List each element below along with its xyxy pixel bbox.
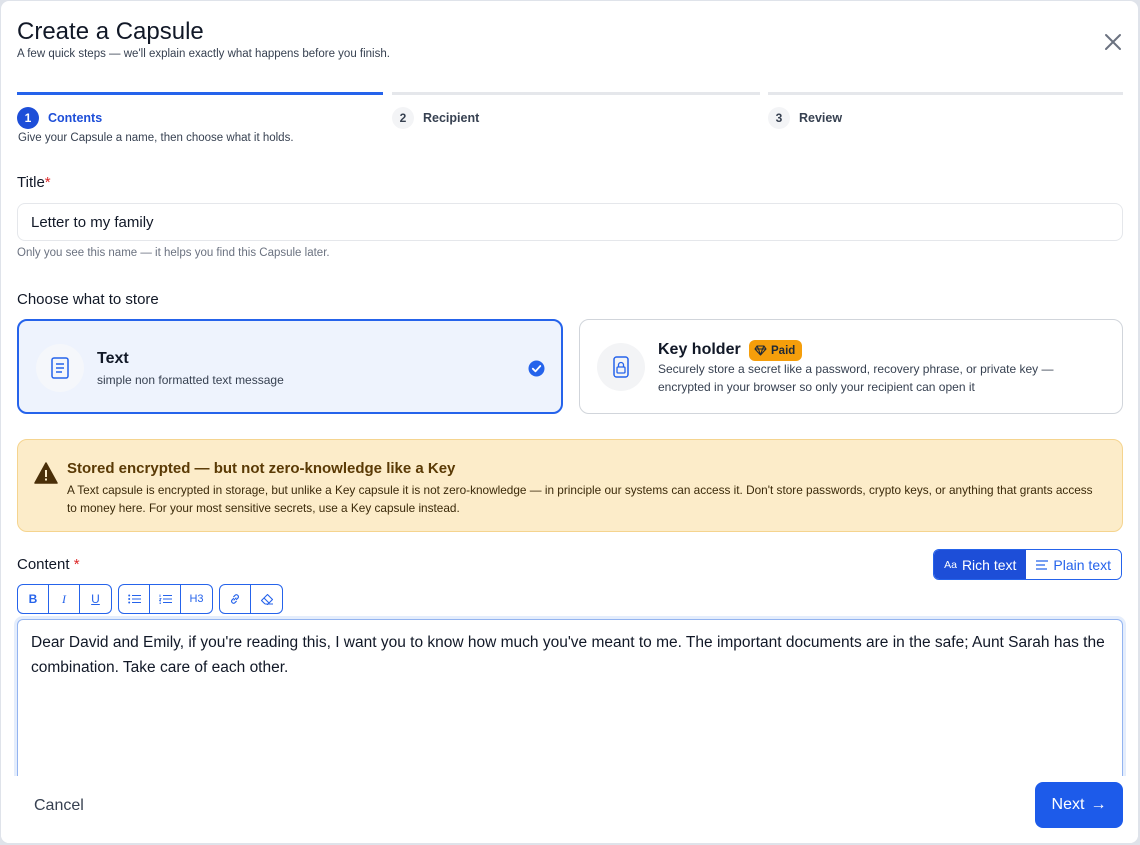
option-description: simple non formatted text message [97, 373, 284, 387]
content-editor[interactable]: Dear David and Emily, if you're reading … [17, 619, 1123, 789]
title-label: Title* [17, 174, 51, 191]
close-icon [1105, 34, 1121, 50]
bold-button[interactable]: B [18, 585, 49, 613]
step-review[interactable]: 3 Review [768, 92, 1123, 152]
check-circle-icon [528, 360, 545, 377]
bullet-list-icon [127, 594, 141, 604]
rich-text-label: Rich text [961, 556, 1017, 573]
italic-icon: I [62, 591, 66, 606]
text-style-group: B I U [17, 584, 112, 614]
heading-icon: H3 [189, 593, 204, 605]
warning-body: A Text capsule is encrypted in storage, … [67, 483, 1093, 515]
step-recipient[interactable]: 2 Recipient [392, 92, 760, 152]
numbered-list-button[interactable] [150, 585, 181, 613]
link-clear-group [219, 584, 283, 614]
step-progress-bar [17, 92, 383, 95]
bullet-list-button[interactable] [119, 585, 150, 613]
plain-text-label: Plain text [1053, 556, 1111, 573]
eraser-icon [260, 593, 273, 605]
step-number: 1 [17, 107, 39, 129]
content-label: Content * [17, 556, 80, 573]
arrow-right-icon: → [1090, 796, 1107, 813]
title-help-text: Only you see this name — it helps you fi… [17, 247, 330, 259]
option-title: Text [97, 350, 129, 367]
create-capsule-dialog: Create a Capsule A few quick steps — we'… [1, 1, 1138, 843]
dialog-title: Create a Capsule [17, 18, 204, 45]
step-label: Contents [48, 111, 103, 125]
editor-mode-toggle: Aa Rich text Plain text [933, 549, 1122, 580]
step-number: 2 [392, 107, 414, 129]
step-number: 3 [768, 107, 790, 129]
step-contents[interactable]: 1 Contents Give your Capsule a name, the… [17, 92, 383, 152]
step-description: Give your Capsule a name, then choose wh… [18, 132, 294, 144]
warning-icon [34, 462, 58, 484]
content-label-text: Content [17, 556, 70, 573]
type-option-key-holder[interactable]: Key holder Paid Securely store a secret … [579, 319, 1123, 414]
stepper: 1 Contents Give your Capsule a name, the… [17, 92, 1123, 152]
close-button[interactable] [1102, 31, 1124, 53]
title-label-text: Title [17, 174, 45, 191]
heading-button[interactable]: H3 [181, 585, 212, 613]
rich-text-icon: Aa [944, 558, 957, 571]
underline-icon: U [91, 592, 100, 606]
formatting-toolbar: B I U H3 [17, 584, 289, 614]
paid-badge: Paid [749, 340, 803, 361]
rich-text-mode-button[interactable]: Aa Rich text [934, 550, 1027, 579]
dialog-subtitle: A few quick steps — we'll explain exactl… [17, 48, 390, 60]
next-label: Next [1051, 796, 1085, 813]
warning-title: Stored encrypted — but not zero-knowledg… [67, 460, 456, 477]
paid-badge-label: Paid [771, 344, 796, 357]
align-left-icon [1036, 559, 1049, 570]
plain-text-mode-button[interactable]: Plain text [1026, 550, 1121, 579]
cancel-button[interactable]: Cancel [34, 797, 84, 815]
lock-icon [613, 356, 629, 378]
bold-icon: B [28, 592, 38, 606]
card-icon-wrap [36, 344, 84, 392]
type-option-text[interactable]: Text simple non formatted text message [17, 319, 563, 414]
dialog-footer: Cancel Next → [1, 776, 1138, 843]
underline-button[interactable]: U [80, 585, 111, 613]
clear-formatting-button[interactable] [251, 585, 282, 613]
card-icon-wrap [597, 343, 645, 391]
next-button[interactable]: Next → [1035, 782, 1123, 828]
required-mark: * [44, 174, 51, 191]
encryption-warning: Stored encrypted — but not zero-knowledg… [17, 439, 1123, 532]
store-label: Choose what to store [17, 291, 159, 308]
option-title: Key holder [658, 341, 741, 358]
italic-button[interactable]: I [49, 585, 80, 613]
step-label: Review [799, 111, 843, 125]
step-label: Recipient [423, 111, 480, 125]
document-icon [51, 357, 69, 379]
list-heading-group: H3 [118, 584, 213, 614]
numbered-list-icon [158, 594, 172, 604]
required-mark: * [73, 556, 80, 573]
option-description: Securely store a secret like a password,… [658, 362, 1054, 394]
link-button[interactable] [220, 585, 251, 613]
title-input[interactable] [17, 203, 1123, 241]
step-progress-bar [392, 92, 760, 95]
gem-icon [754, 345, 767, 356]
link-icon [231, 594, 239, 604]
step-progress-bar [768, 92, 1123, 95]
